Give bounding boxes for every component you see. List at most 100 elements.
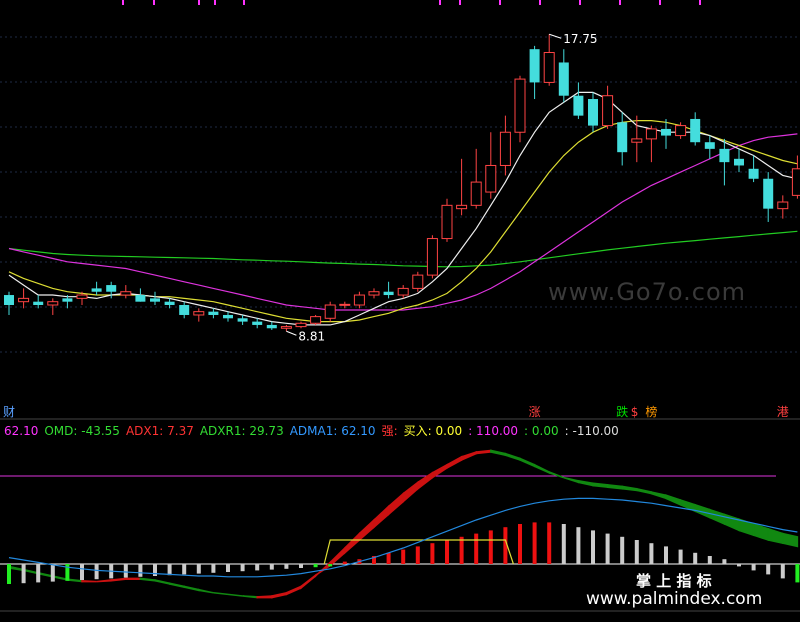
adx-band-segment bbox=[577, 479, 594, 487]
candle-body-up bbox=[353, 294, 365, 306]
adx-band-segment bbox=[8, 565, 25, 572]
event-marker: 财 bbox=[3, 405, 15, 419]
adx-band-segment bbox=[22, 568, 39, 575]
histogram-bar bbox=[459, 536, 464, 564]
adx-band-segment bbox=[490, 449, 507, 457]
candle-body-up bbox=[791, 168, 800, 196]
candle-body-down bbox=[106, 285, 117, 292]
candle-body-up bbox=[368, 291, 380, 296]
candle-body-up bbox=[543, 52, 555, 83]
candle-body-up bbox=[645, 128, 657, 140]
indicator-label: ADXR1: 29.73 bbox=[199, 424, 284, 438]
event-marker: 港 bbox=[777, 405, 789, 419]
histogram-bar bbox=[561, 524, 566, 564]
adx-band-segment bbox=[592, 482, 609, 489]
histogram-bar bbox=[21, 564, 26, 584]
candle-body-down bbox=[661, 128, 671, 136]
histogram-bar bbox=[591, 530, 595, 564]
adx-band-segment bbox=[125, 577, 142, 580]
histogram-bar bbox=[167, 564, 172, 576]
adx-band-segment bbox=[52, 575, 69, 581]
candle-body-down bbox=[33, 301, 44, 306]
histogram-bar bbox=[488, 530, 493, 564]
candle-body-up bbox=[76, 294, 88, 299]
histogram-bar bbox=[299, 564, 303, 568]
adx-band-segment bbox=[782, 532, 799, 548]
candle-body-down bbox=[62, 298, 73, 302]
candle-body-down bbox=[573, 95, 584, 116]
histogram-bar bbox=[474, 533, 479, 564]
histogram-bar bbox=[518, 524, 522, 564]
candle-body-down bbox=[237, 318, 248, 322]
histogram-bar bbox=[780, 564, 785, 579]
high-pointer bbox=[549, 33, 562, 39]
adx-band-segment bbox=[96, 579, 112, 583]
indicator-label: 买入: 0.00 bbox=[403, 424, 463, 438]
indicator-label: : 0.00 bbox=[524, 424, 559, 438]
adx-band-segment bbox=[154, 579, 171, 585]
adx-band-segment bbox=[344, 531, 361, 555]
candle-body-down bbox=[208, 311, 219, 315]
histogram-bar bbox=[766, 564, 771, 575]
adx-band-segment bbox=[81, 580, 97, 583]
candle-body-down bbox=[734, 158, 744, 166]
histogram-bar bbox=[328, 564, 333, 567]
histogram-bar bbox=[80, 564, 84, 580]
adx-band-segment bbox=[139, 577, 156, 582]
adx-band-segment bbox=[213, 592, 229, 596]
adx-band-segment bbox=[563, 476, 580, 484]
candle-body-up bbox=[602, 95, 614, 127]
adx-band-segment bbox=[387, 491, 404, 517]
adx-band-segment bbox=[446, 455, 463, 470]
indicator-label: : 110.00 bbox=[468, 424, 519, 438]
high-price-label: 17.75 bbox=[563, 32, 597, 46]
candle-body-down bbox=[383, 291, 394, 296]
candle-body-down bbox=[588, 99, 598, 126]
indicator-label: ADMA1: 62.10 bbox=[289, 424, 376, 438]
histogram-bar bbox=[415, 546, 420, 564]
histogram-bar bbox=[196, 564, 201, 574]
indicator-label: OMD: -43.55 bbox=[44, 424, 120, 438]
event-marker: 跌 bbox=[616, 404, 628, 419]
adx-band-segment bbox=[621, 485, 638, 492]
histogram-bar bbox=[342, 561, 347, 564]
adx-band-segment bbox=[417, 471, 434, 491]
adx-band-segment bbox=[110, 577, 127, 582]
candle-body-up bbox=[412, 274, 424, 289]
histogram-bar bbox=[182, 564, 187, 575]
histogram-bar bbox=[664, 546, 668, 564]
adx-band-segment bbox=[271, 591, 288, 599]
histogram-bar bbox=[722, 559, 727, 564]
stock-chart: 17.75 8.81 财 涨 跌 $ 榜 港 bbox=[0, 0, 800, 612]
candle-body-up bbox=[324, 304, 336, 319]
candle-body-up bbox=[777, 201, 789, 210]
adx-band-segment bbox=[519, 457, 536, 468]
watermark-go7o: www.Go7o.com bbox=[548, 278, 747, 306]
candle-body-down bbox=[529, 49, 540, 83]
ma-very-long-line bbox=[8, 230, 798, 268]
histogram-bar bbox=[532, 522, 537, 564]
candle-body-down bbox=[617, 122, 628, 153]
histogram-bar bbox=[94, 564, 99, 580]
candle-body-up bbox=[441, 204, 453, 240]
histogram-bar bbox=[284, 564, 289, 569]
histogram-bar bbox=[36, 564, 41, 583]
candle-body-up bbox=[631, 138, 643, 143]
indicator-legend-row: 62.10 OMD: -43.55 ADX1: 7.37 ADXR1: 29.73 AD… bbox=[4, 422, 625, 439]
candle-body-down bbox=[704, 142, 715, 149]
adx-band-segment bbox=[767, 527, 784, 545]
histogram-bar bbox=[211, 564, 216, 573]
histogram-bar bbox=[386, 552, 391, 564]
candle-body-up bbox=[310, 316, 322, 324]
candle-body-up bbox=[295, 322, 307, 328]
adx-band-segment bbox=[329, 546, 346, 568]
candle-body-down bbox=[150, 298, 160, 302]
candle-body-up bbox=[397, 287, 409, 296]
histogram-bar bbox=[634, 540, 639, 564]
adx-band-segment bbox=[285, 585, 302, 596]
adx-band-segment bbox=[168, 582, 185, 589]
adx-band-segment bbox=[533, 463, 550, 474]
indicator-label: : -110.00 bbox=[564, 424, 619, 438]
adx-band-segment bbox=[37, 571, 54, 578]
histogram-bar bbox=[240, 564, 245, 572]
